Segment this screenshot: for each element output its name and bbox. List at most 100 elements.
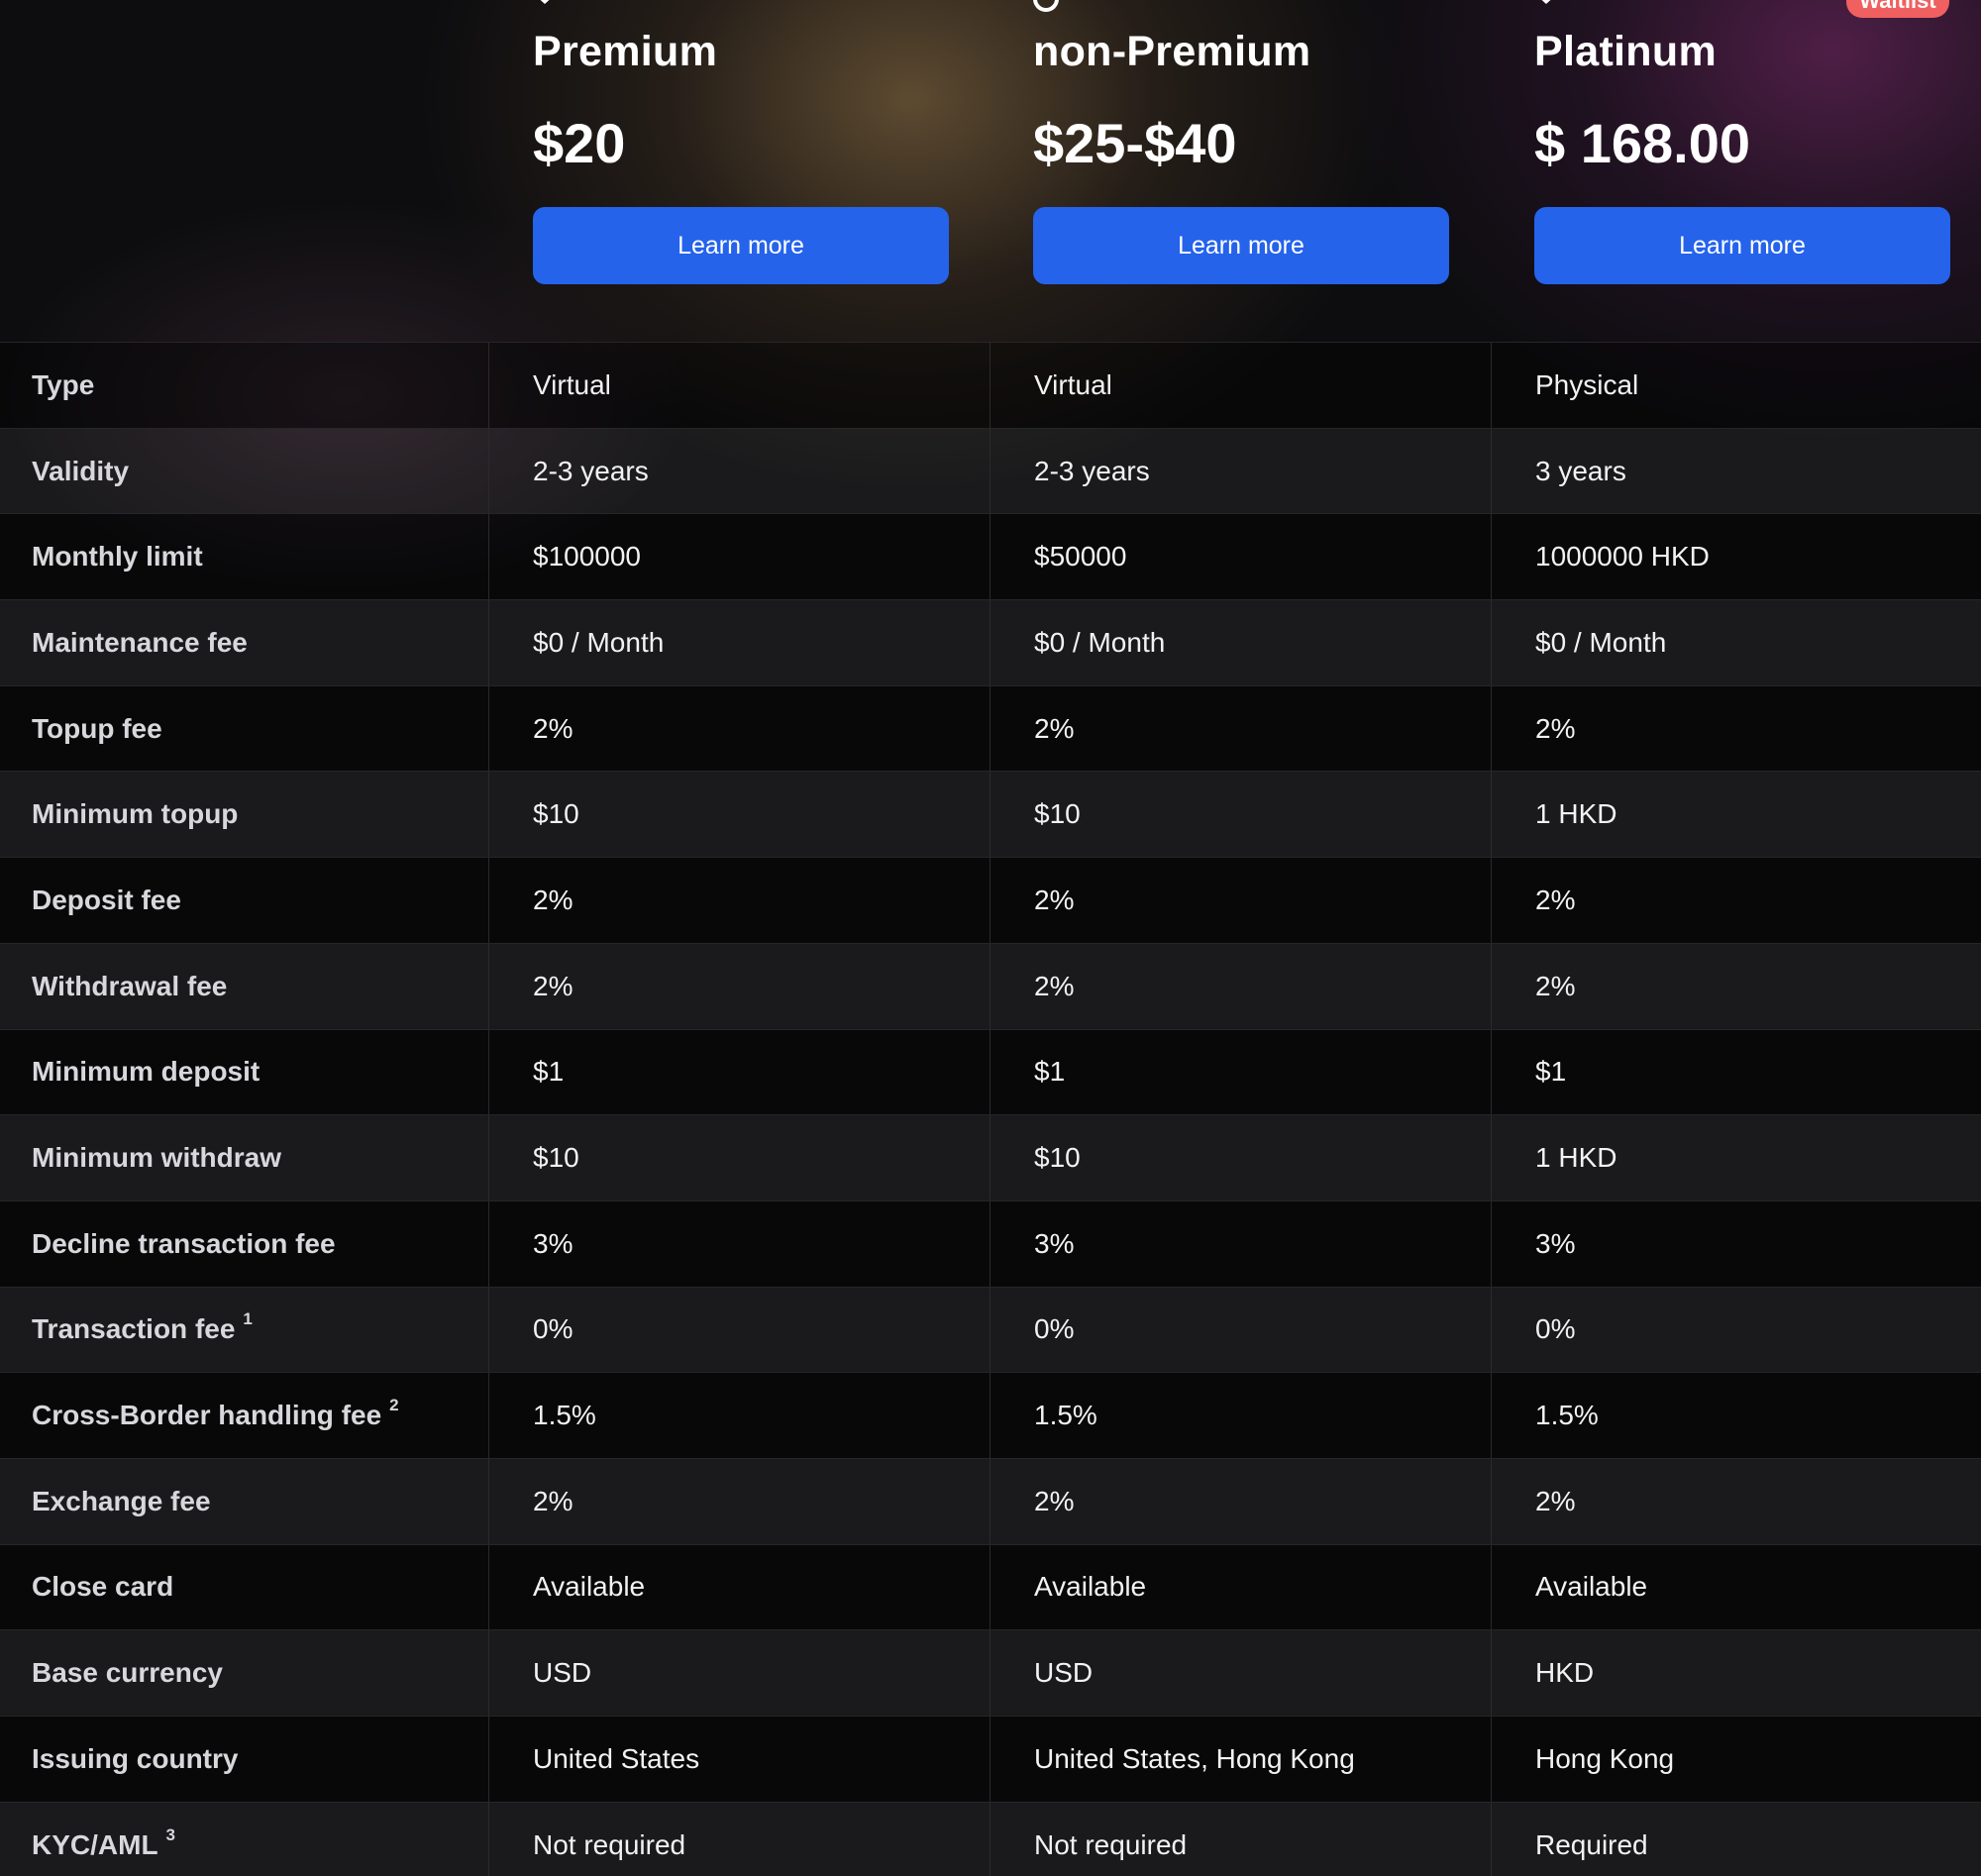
row-label: Issuing country — [0, 1717, 489, 1802]
table-cell: 1.5% — [1535, 1400, 1599, 1431]
row-label-text: Close card — [32, 1571, 174, 1603]
card-comparison-page: Premium $20 Learn more non-Premium $25-$… — [0, 0, 1981, 1876]
table-cell: Not required — [489, 1802, 990, 1876]
row-label-text: Minimum deposit — [32, 1056, 261, 1088]
plan-price: $20 — [533, 112, 626, 174]
table-row: Minimum topup $10 $10 1 HKD — [0, 771, 1981, 858]
learn-more-button-non-premium[interactable]: Learn more — [1033, 207, 1449, 284]
table-cell: 1 HKD — [1535, 798, 1617, 830]
ring-icon — [1033, 0, 1059, 12]
row-label-text: Exchange fee — [32, 1485, 211, 1516]
table-cell: 2% — [1535, 712, 1576, 744]
table-row: Validity 2-3 years 2-3 years 3 years — [0, 427, 1981, 514]
table-cell: 2-3 years — [990, 428, 1492, 514]
table-cell: $10 — [489, 1115, 990, 1200]
table-cell: 2% — [1535, 884, 1576, 915]
table-row: Withdrawal fee 2% 2% 2% — [0, 942, 1981, 1029]
table-cell: Available — [990, 1544, 1492, 1630]
plan-price: $25-$40 — [1033, 112, 1237, 174]
table-row: Transaction fee 1 0% 0% 0% — [0, 1286, 1981, 1373]
learn-more-button-premium[interactable]: Learn more — [533, 207, 949, 284]
footnote-marker: 3 — [165, 1824, 176, 1844]
table-cell: Virtual — [489, 343, 990, 428]
row-label-text: KYC/AML — [32, 1828, 158, 1860]
row-label-text: Issuing country — [32, 1742, 239, 1774]
table-row: Cross-Border handling fee 2 1.5% 1.5% 1.5% — [0, 1372, 1981, 1458]
row-label: Topup fee — [0, 685, 489, 772]
table-cell: 1 HKD — [1535, 1142, 1617, 1174]
learn-more-button-platinum[interactable]: Learn more — [1534, 207, 1950, 284]
row-label: KYC/AML 3 — [0, 1802, 489, 1876]
row-label-text: Withdrawal fee — [32, 970, 228, 1001]
row-label: Withdrawal fee — [0, 943, 489, 1029]
table-cell: United States, Hong Kong — [990, 1717, 1492, 1802]
table-cell: USD — [990, 1630, 1492, 1716]
plan-premium: Premium $20 Learn more — [533, 0, 949, 342]
table-cell: Not required — [990, 1802, 1492, 1876]
table-row: Topup fee 2% 2% 2% — [0, 684, 1981, 772]
table-cell: USD — [489, 1630, 990, 1716]
row-label: Transaction fee 1 — [0, 1287, 489, 1373]
row-label-text: Validity — [32, 455, 130, 486]
table-cell: 2% — [489, 943, 990, 1029]
table-cell: $1 — [1535, 1056, 1567, 1088]
table-cell: 3% — [489, 1200, 990, 1287]
table-cell: $1 — [990, 1029, 1492, 1115]
table-cell: 1000000 HKD — [1535, 541, 1710, 573]
table-cell: 2% — [489, 858, 990, 943]
table-cell: 2% — [990, 943, 1492, 1029]
plan-name: non-Premium — [1033, 28, 1311, 75]
table-row: Minimum deposit $1 $1 $1 — [0, 1028, 1981, 1115]
table-cell: $50000 — [990, 514, 1492, 600]
table-cell: $0 / Month — [990, 600, 1492, 685]
table-cell: Physical — [1535, 368, 1639, 400]
row-label-text: Transaction fee — [32, 1313, 236, 1345]
row-label: Type — [0, 343, 489, 428]
row-label: Deposit fee — [0, 858, 489, 943]
shield-icon — [533, 0, 557, 4]
table-cell: 2% — [990, 1458, 1492, 1544]
table-row: Issuing country United States United State… — [0, 1716, 1981, 1802]
row-label: Base currency — [0, 1630, 489, 1716]
comparison-table: Type Virtual Virtual Physical Validity 2-3 ye… — [0, 342, 1981, 1876]
plan-platinum: Platinum $ 168.00 Learn more — [1534, 0, 1950, 342]
table-cell: 0% — [489, 1287, 990, 1373]
row-label: Cross-Border handling fee 2 — [0, 1373, 489, 1458]
table-cell: Available — [489, 1544, 990, 1630]
table-cell: 2-3 years — [489, 428, 990, 514]
table-cell: $10 — [990, 1115, 1492, 1200]
table-cell: HKD — [1535, 1657, 1595, 1689]
row-label-text: Decline transaction fee — [32, 1227, 336, 1259]
table-cell: Virtual — [990, 343, 1492, 428]
table-row: Type Virtual Virtual Physical — [0, 342, 1981, 428]
table-row: Exchange fee 2% 2% 2% — [0, 1457, 1981, 1544]
table-cell: 3 years — [1535, 455, 1626, 486]
table-cell: $1 — [489, 1029, 990, 1115]
waitlist-badge: Waitlist — [1846, 0, 1949, 18]
row-label: Minimum topup — [0, 772, 489, 858]
row-label-text: Monthly limit — [32, 541, 203, 573]
table-cell: 1.5% — [990, 1373, 1492, 1458]
table-cell: United States — [489, 1717, 990, 1802]
table-cell: 2% — [1535, 1485, 1576, 1516]
table-row: Monthly limit $100000 $50000 1000000 HKD — [0, 513, 1981, 600]
table-cell: Available — [1535, 1571, 1648, 1603]
table-row: Close card Available Available Available — [0, 1543, 1981, 1630]
row-label-text: Minimum topup — [32, 798, 239, 830]
row-label: Minimum withdraw — [0, 1115, 489, 1200]
plan-header: Premium $20 Learn more non-Premium $25-$… — [0, 0, 1981, 342]
row-label-text: Base currency — [32, 1657, 224, 1689]
plan-price: $ 168.00 — [1534, 112, 1750, 174]
table-cell: $0 / Month — [1535, 626, 1667, 658]
table-cell: 2% — [1535, 970, 1576, 1001]
row-label-text: Type — [32, 368, 95, 400]
footnote-marker: 2 — [389, 1396, 399, 1415]
plan-name: Premium — [533, 28, 718, 75]
table-cell: Hong Kong — [1535, 1742, 1675, 1774]
row-label: Monthly limit — [0, 514, 489, 600]
row-label: Maintenance fee — [0, 600, 489, 685]
plan-non-premium: non-Premium $25-$40 Learn more — [1033, 0, 1449, 342]
row-label: Minimum deposit — [0, 1029, 489, 1115]
row-label-text: Cross-Border handling fee — [32, 1400, 382, 1431]
table-cell: 2% — [990, 685, 1492, 772]
